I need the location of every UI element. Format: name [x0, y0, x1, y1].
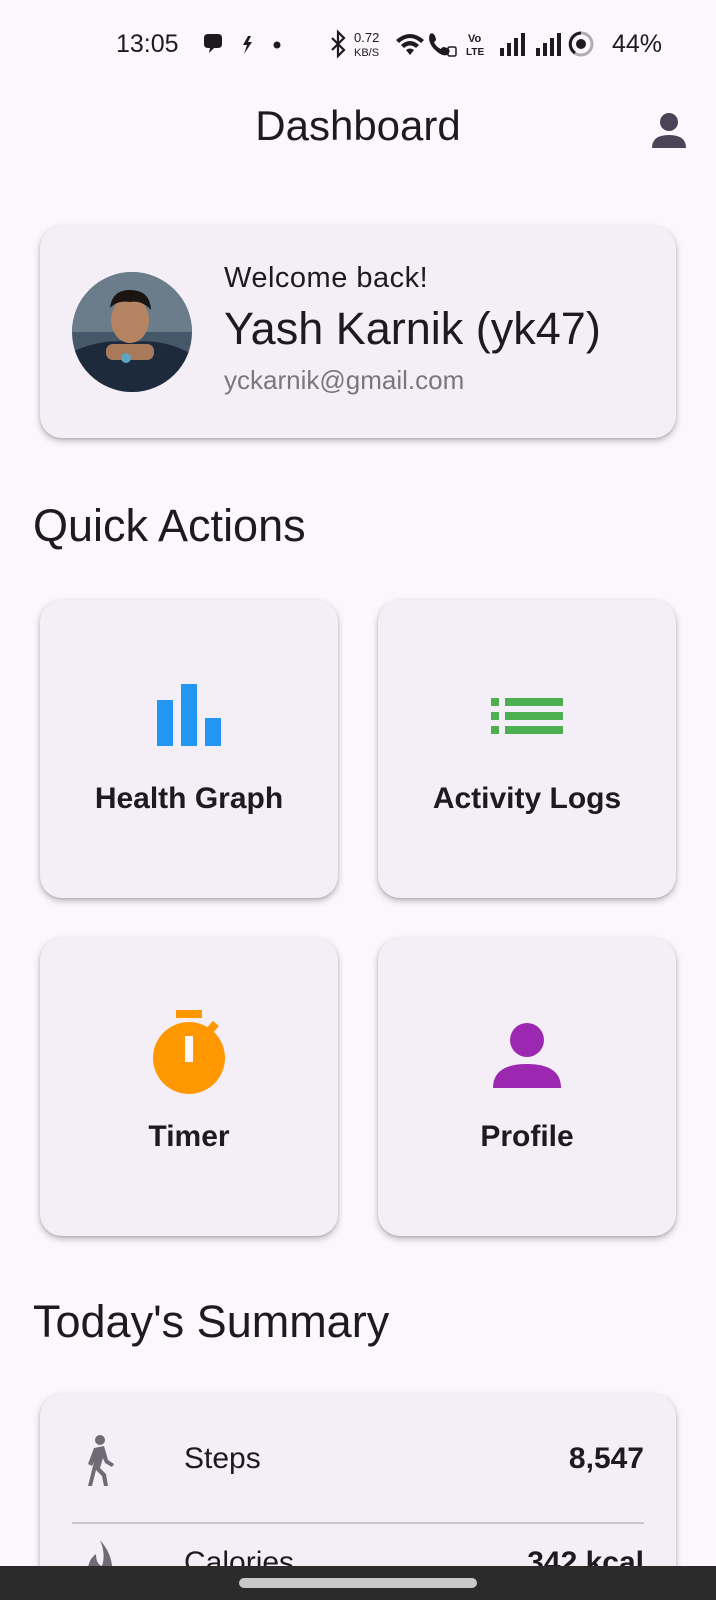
quick-actions-title: Quick Actions — [33, 500, 306, 551]
data-rate-unit: KB/S — [354, 47, 379, 59]
avatar — [72, 272, 192, 392]
home-gesture-handle[interactable] — [239, 1578, 477, 1588]
volte-top: Vo — [468, 33, 482, 45]
action-label: Activity Logs — [432, 782, 622, 815]
health-graph-button[interactable]: Health Graph — [40, 600, 338, 898]
bar-chart-icon — [157, 684, 221, 746]
battery-ring-icon — [568, 31, 594, 57]
action-icon-wrap — [378, 678, 676, 754]
summary-value: 8,547 — [568, 1442, 644, 1475]
summary-title: Today's Summary — [33, 1296, 390, 1347]
notification-icons — [204, 34, 281, 54]
page-title: Dashboard — [255, 102, 461, 149]
bluetooth-icon — [331, 29, 346, 59]
user-name: Yash Karnik (yk47) — [224, 303, 601, 354]
list-icon — [491, 698, 563, 734]
action-label: Timer — [148, 1120, 230, 1153]
flash-icon — [243, 36, 252, 54]
wifi-calling-icon — [429, 33, 457, 57]
action-icon-wrap — [378, 1020, 676, 1096]
user-email: yckarnik@gmail.com — [224, 365, 465, 395]
dot-icon — [273, 41, 281, 49]
action-icon-wrap — [40, 1008, 338, 1098]
person-icon — [652, 113, 686, 148]
action-icon-wrap — [40, 678, 338, 754]
signal-icon-2 — [536, 33, 561, 56]
chat-bubble-icon — [204, 34, 222, 53]
volte-bottom: LTE — [466, 47, 484, 58]
status-bar: 13:05 0.72 KB/S Vo LTE 44% — [0, 0, 716, 90]
summary-label: Steps — [184, 1442, 261, 1475]
welcome-greeting: Welcome back! — [224, 262, 429, 294]
signal-icon — [500, 33, 525, 56]
walk-icon — [88, 1435, 114, 1486]
summary-divider — [72, 1522, 644, 1524]
welcome-card: Welcome back! Yash Karnik (yk47) yckarni… — [40, 226, 676, 438]
wifi-icon — [396, 34, 424, 55]
activity-logs-button[interactable]: Activity Logs — [378, 600, 676, 898]
person-icon — [493, 1023, 561, 1088]
profile-button[interactable] — [646, 108, 692, 154]
app-bar: Dashboard — [0, 90, 716, 166]
summary-row-steps: Steps 8,547 — [72, 1414, 644, 1506]
battery-percent: 44% — [612, 30, 663, 58]
screen: 13:05 0.72 KB/S Vo LTE 44% Dashboard Wel… — [0, 0, 716, 1600]
welcome-text: Welcome back! Yash Karnik (yk47) yckarni… — [224, 262, 664, 396]
timer-icon — [153, 1010, 225, 1094]
action-label: Health Graph — [94, 782, 284, 815]
profile-action-button[interactable]: Profile — [378, 938, 676, 1236]
avatar-photo — [72, 272, 192, 392]
action-label: Profile — [480, 1120, 574, 1153]
status-time: 13:05 — [116, 30, 179, 58]
system-nav-bar — [0, 1566, 716, 1600]
data-rate-value: 0.72 — [354, 30, 379, 45]
timer-button[interactable]: Timer — [40, 938, 338, 1236]
